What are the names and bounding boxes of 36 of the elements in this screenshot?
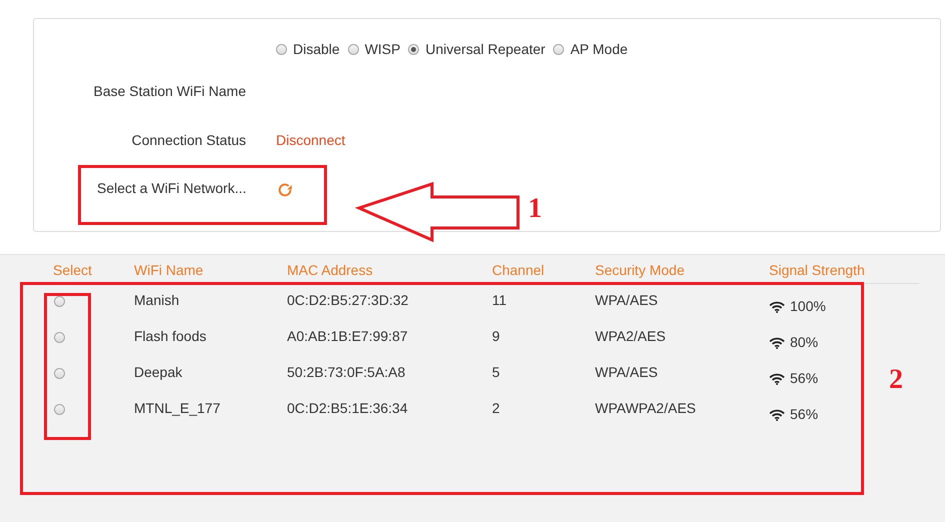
- table-cell: 56%: [790, 370, 818, 386]
- table-cell: WPA/AES: [595, 364, 658, 380]
- mode-label[interactable]: AP Mode: [570, 41, 628, 57]
- mode-label[interactable]: Disable: [293, 41, 340, 57]
- table-cell: 50:2B:73:0F:5A:A8: [287, 364, 406, 380]
- annotation-number: 1: [528, 193, 542, 224]
- column-header: WiFi Name: [134, 261, 287, 284]
- column-header: Channel: [492, 261, 595, 284]
- column-header: Signal Strength: [769, 261, 919, 284]
- table-cell: 80%: [790, 334, 818, 350]
- table-cell: Deepak: [134, 364, 182, 380]
- table-cell: WPA/AES: [595, 292, 658, 308]
- table-cell: 11: [492, 292, 507, 308]
- column-header: Security Mode: [595, 261, 769, 284]
- column-header: Select: [53, 261, 134, 284]
- mode-label[interactable]: Universal Repeater: [425, 41, 546, 57]
- table-cell: 9: [492, 328, 500, 344]
- table-cell: Flash foods: [134, 328, 206, 344]
- table-cell: WPA2/AES: [595, 328, 666, 344]
- table-cell: 0C:D2:B5:1E:36:34: [287, 400, 408, 416]
- column-header: MAC Address: [287, 261, 492, 284]
- table-cell: MTNL_E_177: [134, 400, 220, 416]
- mode-label[interactable]: WISP: [364, 41, 400, 57]
- table-cell: 0C:D2:B5:27:3D:32: [287, 292, 408, 308]
- table-cell: 100%: [790, 298, 826, 314]
- table-cell: 5: [492, 364, 500, 380]
- field-label: Connection Status: [130, 132, 246, 148]
- table-cell: Manish: [134, 292, 180, 308]
- table-cell: 56%: [790, 406, 818, 422]
- table-cell: WPAWPA2/AES: [595, 400, 696, 416]
- status-value: Disconnect: [276, 132, 346, 148]
- table-cell: A0:AB:1B:E7:99:87: [287, 328, 408, 344]
- field-label: Base Station WiFi Name: [92, 83, 246, 99]
- field-label: Select a WiFi Network...: [97, 180, 246, 196]
- annotation-number: 2: [889, 364, 903, 395]
- table-cell: 2: [492, 400, 500, 416]
